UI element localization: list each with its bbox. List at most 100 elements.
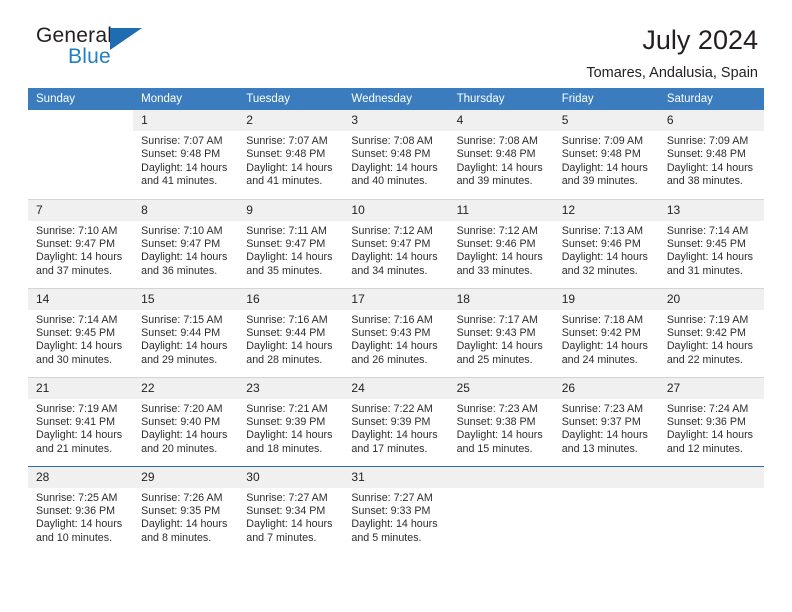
weekday-header-thursday: Thursday [448,88,554,110]
calendar-day-cell[interactable]: 22 Sunrise: 7:20 AM Sunset: 9:40 PM Dayligh… [133,376,239,466]
calendar-day-cell[interactable]: 3 Sunrise: 7:08 AM Sunset: 9:48 PM Daylight… [343,110,449,199]
day-detail-line: Sunset: 9:34 PM [246,504,326,517]
day-detail-line: Sunrise: 7:16 AM [246,313,328,326]
calendar-day-cell[interactable]: 21 Sunrise: 7:19 AM Sunset: 9:41 PM Dayligh… [28,376,134,466]
calendar-day-cell[interactable]: 17 Sunrise: 7:16 AM Sunset: 9:43 PM Dayligh… [343,287,449,377]
day-detail-line: Daylight: 14 hours [351,161,438,174]
day-number: 17 [343,288,449,310]
day-detail-line: Daylight: 14 hours [666,340,753,353]
day-details: Sunrise: 7:16 AM Sunset: 9:44 PM Daylight:… [238,310,343,368]
calendar-day-cell[interactable]: 15 Sunrise: 7:15 AM Sunset: 9:44 PM Dayligh… [133,287,239,377]
day-detail-line: and 31 minutes. [666,264,743,277]
calendar-day-cell[interactable]: 5 Sunrise: 7:09 AM Sunset: 9:48 PM Daylight… [553,110,659,199]
day-detail-line: Sunset: 9:42 PM [561,326,641,339]
day-details: Sunrise: 7:19 AM Sunset: 9:41 PM Daylight:… [28,399,133,457]
calendar-day-cell[interactable]: 29 Sunrise: 7:26 AM Sunset: 9:35 PM Dayligh… [133,465,239,555]
day-detail-line: Daylight: 14 hours [141,518,228,531]
day-number [28,110,134,131]
calendar-day-cell[interactable]: 31 Sunrise: 7:27 AM Sunset: 9:33 PM Dayligh… [343,465,449,555]
day-detail-line: Sunset: 9:36 PM [666,415,746,428]
day-detail-line: Daylight: 14 hours [666,429,753,442]
day-detail-line: Sunrise: 7:23 AM [456,402,538,415]
day-detail-line: Daylight: 14 hours [561,161,648,174]
calendar-day-cell[interactable]: 6 Sunrise: 7:09 AM Sunset: 9:48 PM Daylight… [658,110,764,199]
day-number: 7 [28,199,134,221]
day-detail-line: Sunrise: 7:07 AM [141,135,223,147]
day-details: Sunrise: 7:27 AM Sunset: 9:33 PM Daylight:… [343,488,448,546]
day-number: 11 [448,199,554,221]
calendar-day-cell[interactable]: 7 Sunrise: 7:10 AM Sunset: 9:47 PM Daylight… [28,198,134,288]
calendar-day-cell[interactable]: 19 Sunrise: 7:18 AM Sunset: 9:42 PM Dayligh… [553,287,659,377]
day-details: Sunrise: 7:09 AM Sunset: 9:48 PM Daylight:… [554,131,659,189]
day-details: Sunrise: 7:07 AM Sunset: 9:48 PM Daylight:… [133,131,238,189]
day-detail-line: Sunrise: 7:19 AM [666,313,749,326]
day-detail-line: Daylight: 14 hours [351,251,438,264]
calendar-day-cell[interactable]: 23 Sunrise: 7:21 AM Sunset: 9:39 PM Dayligh… [238,376,344,466]
day-detail-line: Sunset: 9:48 PM [666,148,746,161]
calendar-day-cell[interactable]: 9 Sunrise: 7:11 AM Sunset: 9:47 PM Daylight… [238,198,344,288]
calendar-week-row: 21 Sunrise: 7:19 AM Sunset: 9:41 PM Dayligh… [28,376,764,466]
day-details [554,488,659,492]
calendar-day-cell[interactable]: 14 Sunrise: 7:14 AM Sunset: 9:45 PM Dayligh… [28,287,134,377]
day-detail-line: Sunset: 9:48 PM [456,148,536,161]
calendar-day-cell[interactable]: 24 Sunrise: 7:22 AM Sunset: 9:39 PM Dayligh… [343,376,449,466]
day-detail-line: Sunset: 9:37 PM [561,415,641,428]
day-detail-line: Sunset: 9:35 PM [141,504,221,517]
day-detail-line: Sunrise: 7:27 AM [351,491,433,504]
day-detail-line: Sunset: 9:39 PM [351,415,431,428]
day-detail-line: Sunrise: 7:10 AM [36,224,118,237]
calendar-day-cell[interactable]: 16 Sunrise: 7:16 AM Sunset: 9:44 PM Dayligh… [238,287,344,377]
day-detail-line: Sunrise: 7:11 AM [246,224,327,237]
calendar-day-cell[interactable]: 25 Sunrise: 7:23 AM Sunset: 9:38 PM Dayligh… [448,376,554,466]
calendar-day-cell[interactable]: 2 Sunrise: 7:07 AM Sunset: 9:48 PM Daylight… [238,110,344,199]
calendar-day-cell[interactable]: 4 Sunrise: 7:08 AM Sunset: 9:48 PM Daylight… [448,110,554,199]
calendar-body: 1 Sunrise: 7:07 AM Sunset: 9:48 PM Daylight… [28,110,764,555]
day-detail-line: and 40 minutes. [351,175,428,188]
general-blue-logo[interactable]: General Blue [36,24,156,72]
day-detail-line: and 12 minutes. [666,442,743,455]
calendar-day-cell[interactable]: 10 Sunrise: 7:12 AM Sunset: 9:47 PM Dayligh… [343,198,449,288]
day-detail-line: Daylight: 14 hours [36,429,123,442]
day-detail-line: and 33 minutes. [456,264,533,277]
calendar-day-cell[interactable]: 8 Sunrise: 7:10 AM Sunset: 9:47 PM Daylight… [133,198,239,288]
calendar-week-row: 7 Sunrise: 7:10 AM Sunset: 9:47 PM Daylight… [28,198,764,288]
day-number: 26 [553,377,659,399]
calendar-day-cell[interactable]: 30 Sunrise: 7:27 AM Sunset: 9:34 PM Dayligh… [238,465,344,555]
day-details [28,131,133,135]
title-block: July 2024 Tomares, Andalusia, Spain [586,24,764,83]
calendar-day-cell[interactable]: 26 Sunrise: 7:23 AM Sunset: 9:37 PM Dayligh… [553,376,659,466]
day-detail-line: Sunrise: 7:25 AM [36,491,118,504]
day-details: Sunrise: 7:25 AM Sunset: 9:36 PM Daylight:… [28,488,133,546]
day-number: 10 [343,199,449,221]
calendar-day-cell[interactable]: 11 Sunrise: 7:12 AM Sunset: 9:46 PM Dayligh… [448,198,554,288]
calendar-day-cell[interactable]: 18 Sunrise: 7:17 AM Sunset: 9:43 PM Dayligh… [448,287,554,377]
day-details: Sunrise: 7:26 AM Sunset: 9:35 PM Daylight:… [133,488,238,546]
day-detail-line: and 29 minutes. [141,353,218,366]
day-number: 15 [133,288,239,310]
calendar-day-cell[interactable]: 20 Sunrise: 7:19 AM Sunset: 9:42 PM Dayligh… [658,287,764,377]
calendar-day-cell-empty [553,465,659,555]
day-detail-line: Sunset: 9:48 PM [141,148,221,161]
day-number [658,466,764,488]
day-detail-line: and 34 minutes. [351,264,428,277]
weekday-header-monday: Monday [133,88,239,110]
day-details: Sunrise: 7:08 AM Sunset: 9:48 PM Daylight:… [343,131,448,189]
day-detail-line: Daylight: 14 hours [141,429,228,442]
day-detail-line: Daylight: 14 hours [456,251,543,264]
day-detail-line: Sunset: 9:36 PM [36,504,116,517]
calendar-day-cell[interactable]: 28 Sunrise: 7:25 AM Sunset: 9:36 PM Dayligh… [28,465,134,555]
calendar-day-cell[interactable]: 27 Sunrise: 7:24 AM Sunset: 9:36 PM Dayligh… [658,376,764,466]
day-detail-line: Sunset: 9:44 PM [246,326,326,339]
day-detail-line: Sunset: 9:42 PM [666,326,746,339]
day-number: 4 [448,110,554,131]
day-detail-line: Daylight: 14 hours [456,340,543,353]
day-detail-line: Sunrise: 7:26 AM [141,491,223,504]
calendar-day-cell[interactable]: 13 Sunrise: 7:14 AM Sunset: 9:45 PM Dayligh… [658,198,764,288]
day-detail-line: Daylight: 14 hours [246,251,333,264]
calendar-day-cell[interactable]: 12 Sunrise: 7:13 AM Sunset: 9:46 PM Dayligh… [553,198,659,288]
calendar-day-cell[interactable]: 1 Sunrise: 7:07 AM Sunset: 9:48 PM Daylight… [133,110,239,199]
logo-text-blue: Blue [68,45,111,68]
logo-triangle-icon [110,28,142,50]
day-detail-line: Sunset: 9:43 PM [456,326,536,339]
day-number: 16 [238,288,344,310]
